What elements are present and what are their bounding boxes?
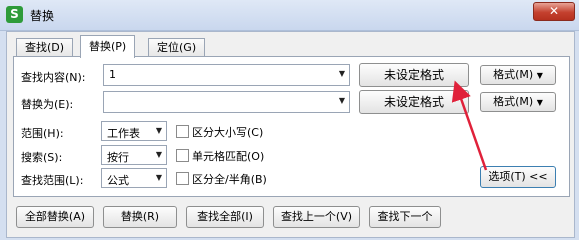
annotation-arrow-line xyxy=(451,80,488,171)
tab-replace[interactable]: 替换(P) xyxy=(80,35,136,58)
